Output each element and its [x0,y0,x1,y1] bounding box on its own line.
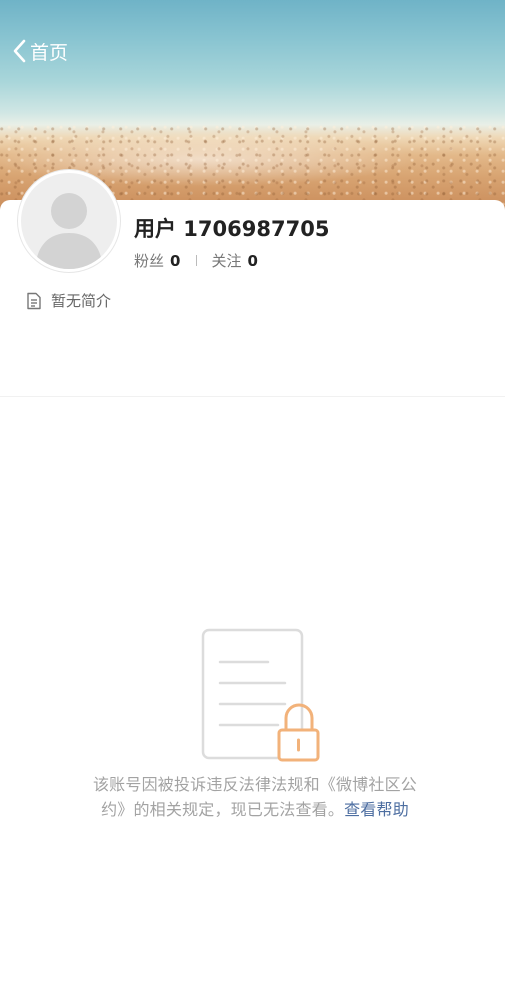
stats-divider [196,255,198,266]
fans-label: 粉丝 [134,252,165,270]
fans-count: 0 [170,252,181,270]
default-avatar-icon [21,173,117,269]
bio-text: 暂无简介 [51,292,112,310]
follow-stats: 粉丝 0 关注 0 [134,250,258,271]
section-divider [0,396,505,397]
back-button[interactable]: 首页 [12,36,68,66]
account-blocked-notice: 该账号因被投诉违反法律法规和《微博社区公 约》的相关规定，现已无法查看。查看帮助 [60,772,450,822]
follow-stat[interactable]: 关注 0 [211,250,257,271]
bio: 暂无简介 [26,290,111,311]
avatar[interactable] [18,170,120,272]
follow-count: 0 [247,252,258,270]
document-icon [26,292,42,310]
notice-line-1: 该账号因被投诉违反法律法规和《微博社区公 [92,775,417,794]
back-chevron-icon [12,39,26,63]
back-label: 首页 [30,41,69,64]
follow-label: 关注 [211,252,242,270]
notice-line-2: 约》的相关规定，现已无法查看。 [101,800,345,819]
username: 用户 1706987705 [134,217,330,241]
fans-stat[interactable]: 粉丝 0 [134,250,180,271]
view-help-link[interactable]: 查看帮助 [344,800,409,819]
locked-document-icon [198,626,323,762]
